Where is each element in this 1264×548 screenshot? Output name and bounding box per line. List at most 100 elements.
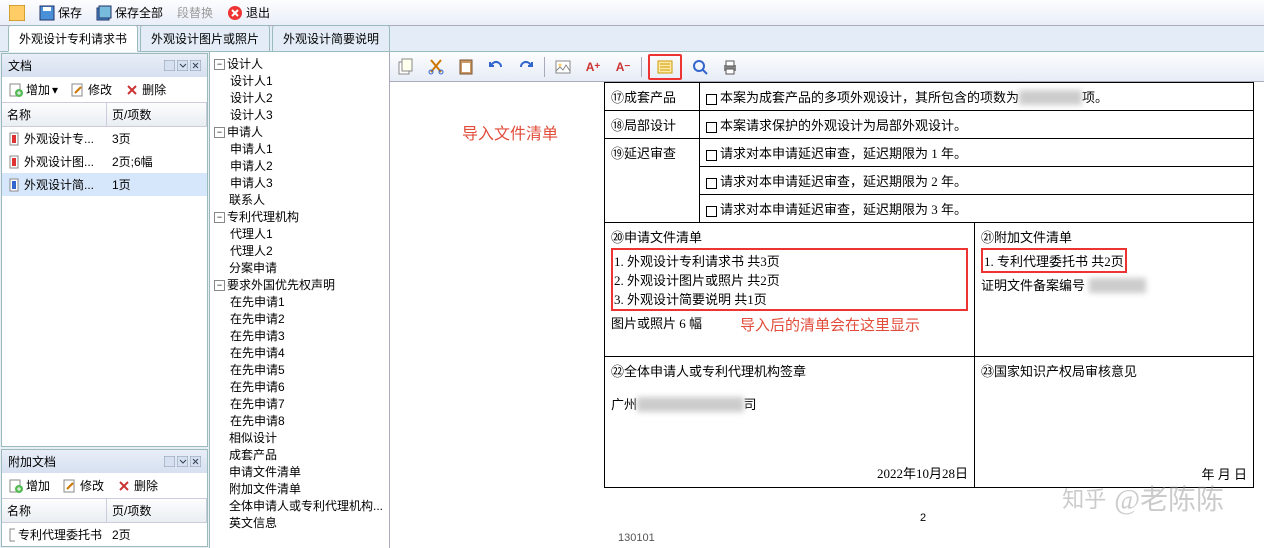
main-area: 文档 增加▾ 修改 删除 名称 页/项数 外观设计专... 3页 外观设计图..…	[0, 52, 1264, 548]
tree-node[interactable]: −设计人	[214, 56, 387, 73]
redo-icon	[517, 58, 535, 76]
app-icon-button[interactable]	[4, 3, 30, 23]
list-item[interactable]: 外观设计专... 3页	[2, 127, 207, 150]
undo-icon	[487, 58, 505, 76]
tree-leaf[interactable]: 设计人3	[230, 107, 387, 124]
tree-leaf[interactable]: 代理人2	[230, 243, 387, 260]
tree-toggle-icon[interactable]: −	[214, 59, 225, 70]
tree-node[interactable]: 成套产品	[214, 447, 387, 464]
tree-leaf[interactable]: 在先申请1	[230, 294, 387, 311]
tree-node[interactable]: −申请人	[214, 124, 387, 141]
pin-icon[interactable]	[164, 60, 175, 71]
tree-leaf[interactable]: 在先申请3	[230, 328, 387, 345]
dropdown-icon[interactable]	[177, 456, 188, 467]
delete-button[interactable]: 删除	[120, 79, 170, 100]
modify-label: 修改	[80, 477, 104, 494]
exit-button[interactable]: 退出	[222, 2, 275, 23]
font-increase-button[interactable]: A+	[581, 55, 605, 79]
tree-leaf[interactable]: 申请人2	[230, 158, 387, 175]
tree-node[interactable]: 英文信息	[214, 515, 387, 532]
undo-button[interactable]	[484, 55, 508, 79]
docs-list-head: 名称 页/项数	[2, 103, 207, 127]
tree-leaf[interactable]: 在先申请6	[230, 379, 387, 396]
redo-button[interactable]	[514, 55, 538, 79]
document-canvas[interactable]: 导入文件清单 导入后的清单会在这里显示 ⑰成套产品 本案为成套产品的多项外观设计…	[390, 82, 1264, 548]
tree-leaf[interactable]: 设计人1	[230, 73, 387, 90]
checkbox[interactable]	[706, 206, 717, 217]
tree-node[interactable]: 申请文件清单	[214, 464, 387, 481]
delete-icon	[124, 82, 140, 98]
tree-leaf[interactable]: 在先申请8	[230, 413, 387, 430]
pin-icon[interactable]	[164, 456, 175, 467]
save-button[interactable]: 保存	[34, 2, 87, 23]
checkbox[interactable]	[706, 178, 717, 189]
highlighted-toolbar-button[interactable]	[648, 54, 682, 80]
attach-title-label: 附加文档	[8, 453, 56, 470]
left-column: 文档 增加▾ 修改 删除 名称 页/项数 外观设计专... 3页 外观设计图..…	[0, 52, 210, 548]
close-icon[interactable]	[190, 456, 201, 467]
modify-button[interactable]: 修改	[66, 79, 116, 100]
font-decrease-button[interactable]: A−	[611, 55, 635, 79]
list-item[interactable]: 外观设计简... 1页	[2, 173, 207, 196]
add-button[interactable]: 增加	[4, 475, 54, 496]
text: 项。	[1082, 90, 1108, 105]
image-icon	[554, 58, 572, 76]
tree-toggle-icon[interactable]: −	[214, 127, 225, 138]
tree-leaf[interactable]: 在先申请4	[230, 345, 387, 362]
delete-label: 删除	[134, 477, 158, 494]
cut-button[interactable]	[424, 55, 448, 79]
tree-leaf[interactable]: 在先申请7	[230, 396, 387, 413]
save-all-button[interactable]: 保存全部	[91, 2, 168, 23]
list-item[interactable]: 外观设计图... 2页;6幅	[2, 150, 207, 173]
tree-leaf[interactable]: 申请人1	[230, 141, 387, 158]
text: 广州	[611, 397, 637, 412]
col-name[interactable]: 名称	[2, 499, 107, 522]
print-button[interactable]	[718, 55, 742, 79]
copy-button[interactable]	[394, 55, 418, 79]
tree-leaf[interactable]: 申请人3	[230, 175, 387, 192]
col-name[interactable]: 名称	[2, 103, 107, 126]
checkbox[interactable]	[706, 122, 717, 133]
save-all-icon	[96, 5, 112, 21]
paste-button[interactable]	[454, 55, 478, 79]
attach-toolbar: 增加 修改 删除	[2, 473, 207, 499]
tree-node[interactable]: 联系人	[214, 192, 387, 209]
checkbox[interactable]	[706, 150, 717, 161]
tab-request[interactable]: 外观设计专利请求书	[8, 25, 138, 52]
copy-icon	[397, 58, 415, 76]
docs-title-label: 文档	[8, 57, 32, 74]
separator	[641, 57, 642, 77]
tree-node[interactable]: 附加文件清单	[214, 481, 387, 498]
tree-node[interactable]: 分案申请	[214, 260, 387, 277]
tree-toggle-icon[interactable]: −	[214, 280, 225, 291]
tree-node[interactable]: 相似设计	[214, 430, 387, 447]
cell-21-label: ㉑附加文件清单	[981, 227, 1247, 246]
tree-leaf[interactable]: 在先申请2	[230, 311, 387, 328]
add-button[interactable]: 增加▾	[4, 79, 62, 100]
col-pages[interactable]: 页/项数	[107, 103, 207, 126]
modify-button[interactable]: 修改	[58, 475, 108, 496]
insert-image-button[interactable]	[551, 55, 575, 79]
replace-label: 段替换	[177, 4, 213, 21]
checkbox[interactable]	[706, 94, 717, 105]
dropdown-icon[interactable]	[177, 60, 188, 71]
save-all-label: 保存全部	[115, 4, 163, 21]
tree-toggle-icon[interactable]: −	[214, 212, 225, 223]
tree-node[interactable]: −专利代理机构	[214, 209, 387, 226]
delete-button[interactable]: 删除	[112, 475, 162, 496]
col-pages[interactable]: 页/项数	[107, 499, 207, 522]
cell-19-content: 请求对本申请延迟审查，延迟期限为 1 年。	[700, 139, 1254, 167]
tab-images[interactable]: 外观设计图片或照片	[140, 25, 270, 51]
tree-node[interactable]: −要求外国优先权声明	[214, 277, 387, 294]
tab-brief[interactable]: 外观设计简要说明	[272, 25, 390, 51]
close-icon[interactable]	[190, 60, 201, 71]
tree-leaf[interactable]: 代理人1	[230, 226, 387, 243]
zoom-button[interactable]	[688, 55, 712, 79]
tree-leaf[interactable]: 设计人2	[230, 90, 387, 107]
list-item[interactable]: 专利代理委托书 2页	[2, 523, 207, 546]
replace-button[interactable]: 段替换	[172, 2, 218, 23]
docs-panel: 文档 增加▾ 修改 删除 名称 页/项数 外观设计专... 3页 外观设计图..…	[1, 53, 208, 447]
tree-leaf[interactable]: 在先申请5	[230, 362, 387, 379]
tree-node[interactable]: 全体申请人或专利代理机构...	[214, 498, 387, 515]
highlight-box-20: 1. 外观设计专利请求书 共3页 2. 外观设计图片或照片 共2页 3. 外观设…	[611, 248, 968, 311]
